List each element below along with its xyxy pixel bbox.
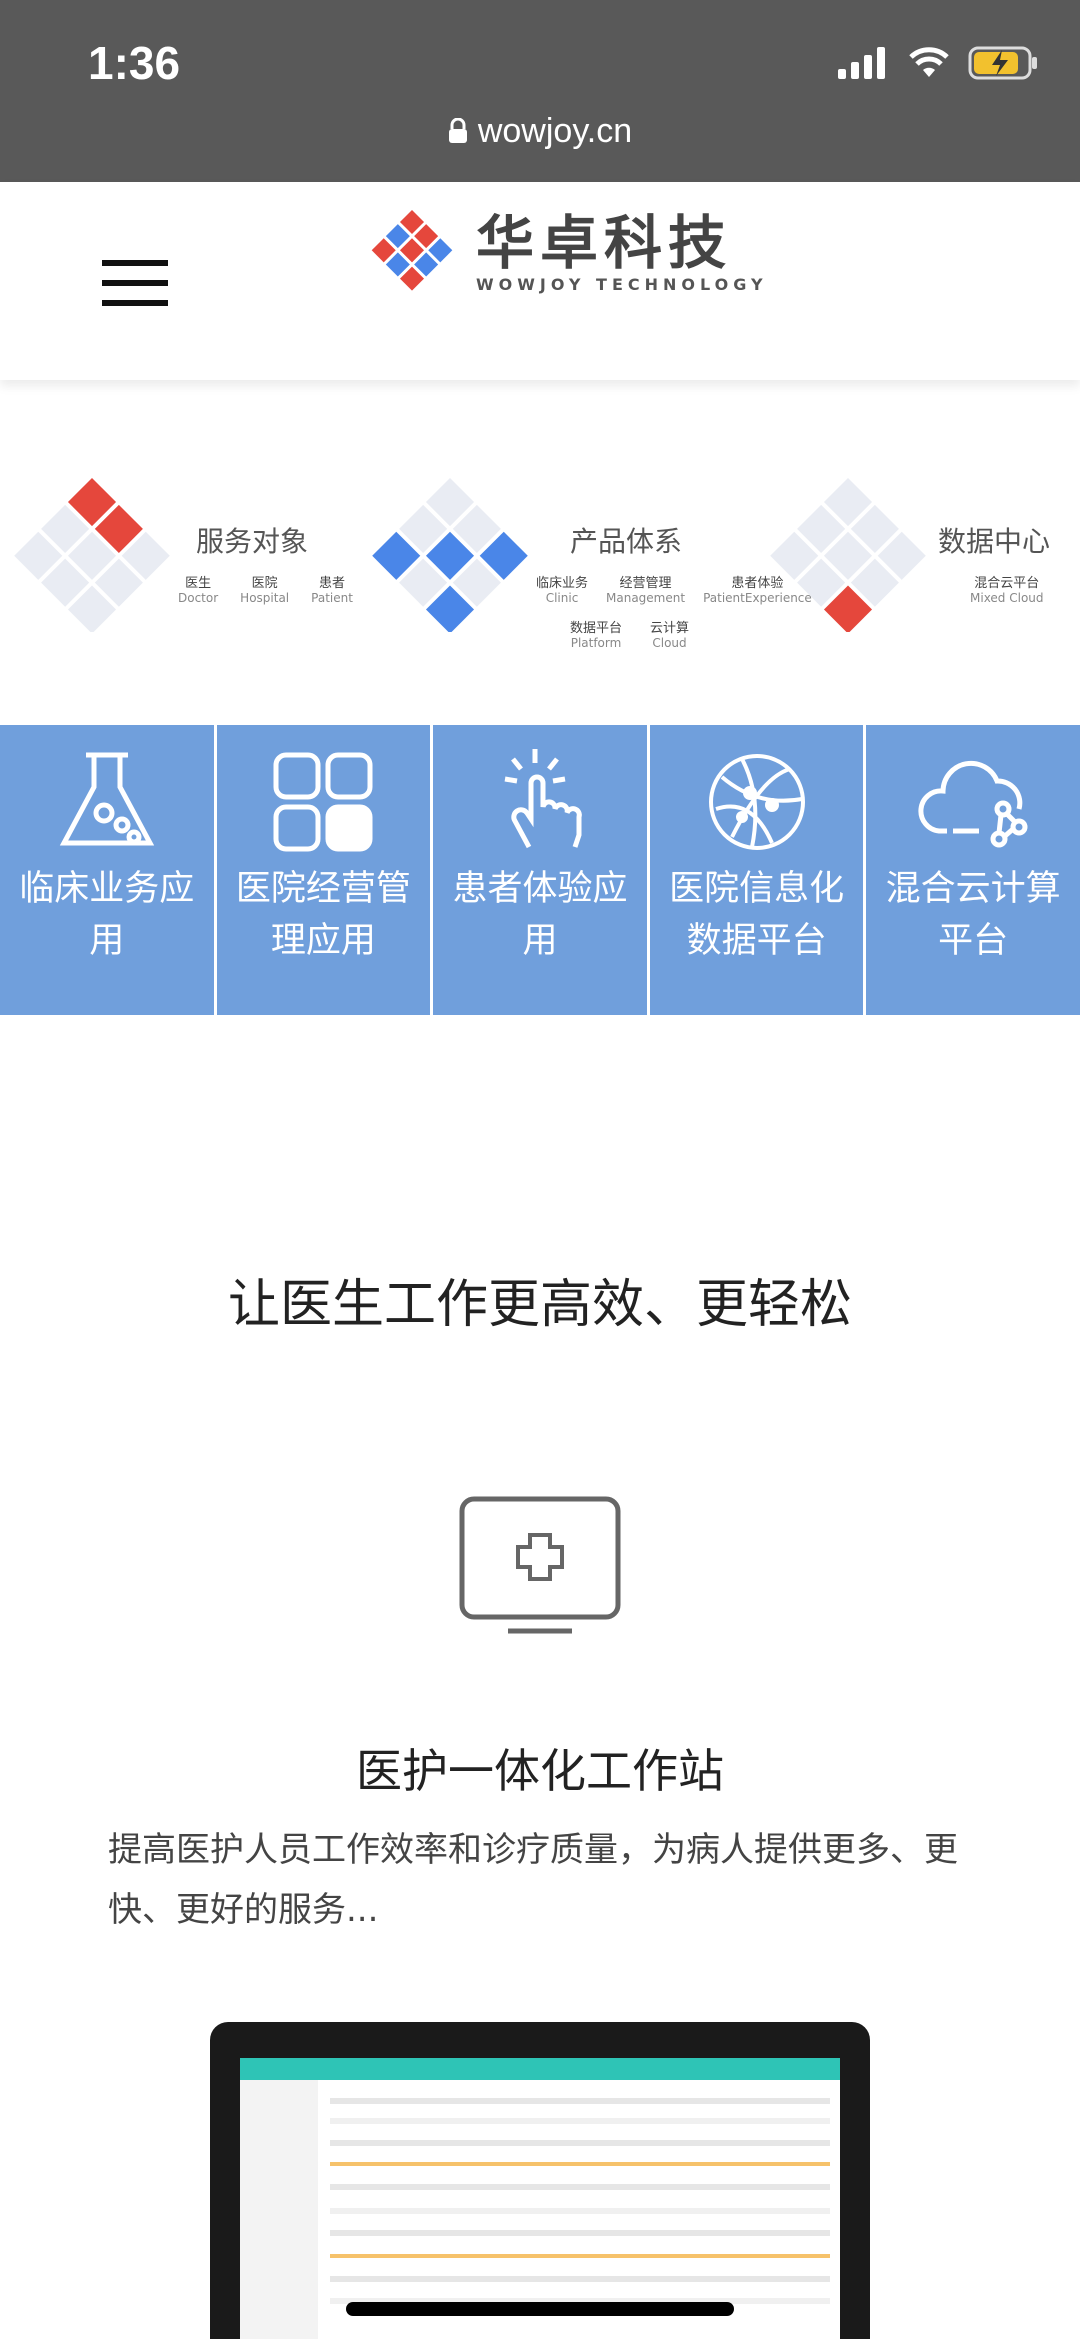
logo-mark-icon [371,210,453,291]
laptop-screenshot [210,2022,870,2339]
data-center-icon [770,478,926,632]
category-item: 数据平台 [570,621,623,636]
home-indicator[interactable] [346,2302,734,2316]
workstation-monitor-icon [459,1496,621,1634]
solution-tiles: 临床业务应用 医院经营管理应用 患者体验应用 医院信息化数据平台 混合云计算平台 [0,725,1080,1015]
tile-label: 临床业务应用 [19,869,195,961]
status-time: 1:36 [88,37,181,89]
tile-label: 医院经营管理应用 [235,869,411,961]
category-item-en: Cloud [652,636,687,650]
category-title: 数据中心 [938,525,1051,558]
logo-english: WOWJOY TECHNOLOGY [476,274,768,294]
category-item: 云计算 [650,621,690,636]
tile-label: 患者体验应用 [452,869,628,961]
logo-chinese: 华卓科技 [476,208,733,277]
tile-patient[interactable]: 患者体验应用 [433,725,647,1015]
category-item-en: Hospital [240,591,290,605]
battery-charging-icon [968,46,1037,80]
tile-hybrid-cloud[interactable]: 混合云计算平台 [866,725,1080,1015]
status-bar: 1:36 wowjoy.cn [0,0,1080,182]
flask-icon [59,752,154,846]
tile-label: 医院信息化数据平台 [669,869,845,961]
workstation-title: 医护一体化工作站 [356,1744,724,1798]
menu-icon[interactable] [102,260,168,310]
category-item: 经营管理 [619,576,672,591]
site-header: 华卓科技 WOWJOY TECHNOLOGY [0,182,1080,380]
cloud-network-icon [918,760,1028,848]
category-item: 医生 [185,576,212,591]
category-item-en: Management [606,591,686,605]
category-item-en: Clinic [545,591,579,605]
globe-network-icon [708,754,805,850]
grid-icon [273,752,373,852]
category-item-en: Platform [570,636,622,650]
hand-tap-icon [504,749,582,849]
site-logo[interactable]: 华卓科技 WOWJOY TECHNOLOGY [366,206,768,298]
category-item: 患者 [319,576,346,591]
category-data-center[interactable]: 数据中心 混合云平台 Mixed Cloud [938,520,1051,605]
workstation-preview-image [240,2058,840,2339]
category-item: 临床业务 [536,576,589,591]
lock-icon [448,114,468,153]
wifi-icon [909,47,949,77]
category-item-en: Mixed Cloud [970,591,1044,605]
tile-label: 混合云计算平台 [885,869,1061,961]
signal-icon [838,47,885,79]
tile-clinical[interactable]: 临床业务应用 [0,725,214,1015]
category-item-en: Doctor [178,591,219,605]
product-system-icon [372,478,528,632]
category-service[interactable]: 服务对象 医生 Doctor 医院 Hospital 患者 Patient [178,520,353,605]
tile-data-platform[interactable]: 医院信息化数据平台 [649,725,864,1015]
address-bar[interactable]: wowjoy.cn [0,112,1080,153]
service-target-icon [14,478,170,632]
workstation-description: 提高医护人员工作效率和诊疗质量，为病人提供更多、更快、更好的服务... [108,1830,958,1930]
tile-management[interactable]: 医院经营管理应用 [216,725,431,1015]
category-item: 医院 [251,576,278,591]
status-icons [838,46,1040,80]
url-text: wowjoy.cn [477,112,633,150]
category-item: 混合云平台 [974,576,1040,591]
category-title: 服务对象 [196,525,309,558]
section-headline: 让医生工作更高效、更轻松 [227,1275,852,1335]
category-item-en: Patient [311,591,353,605]
